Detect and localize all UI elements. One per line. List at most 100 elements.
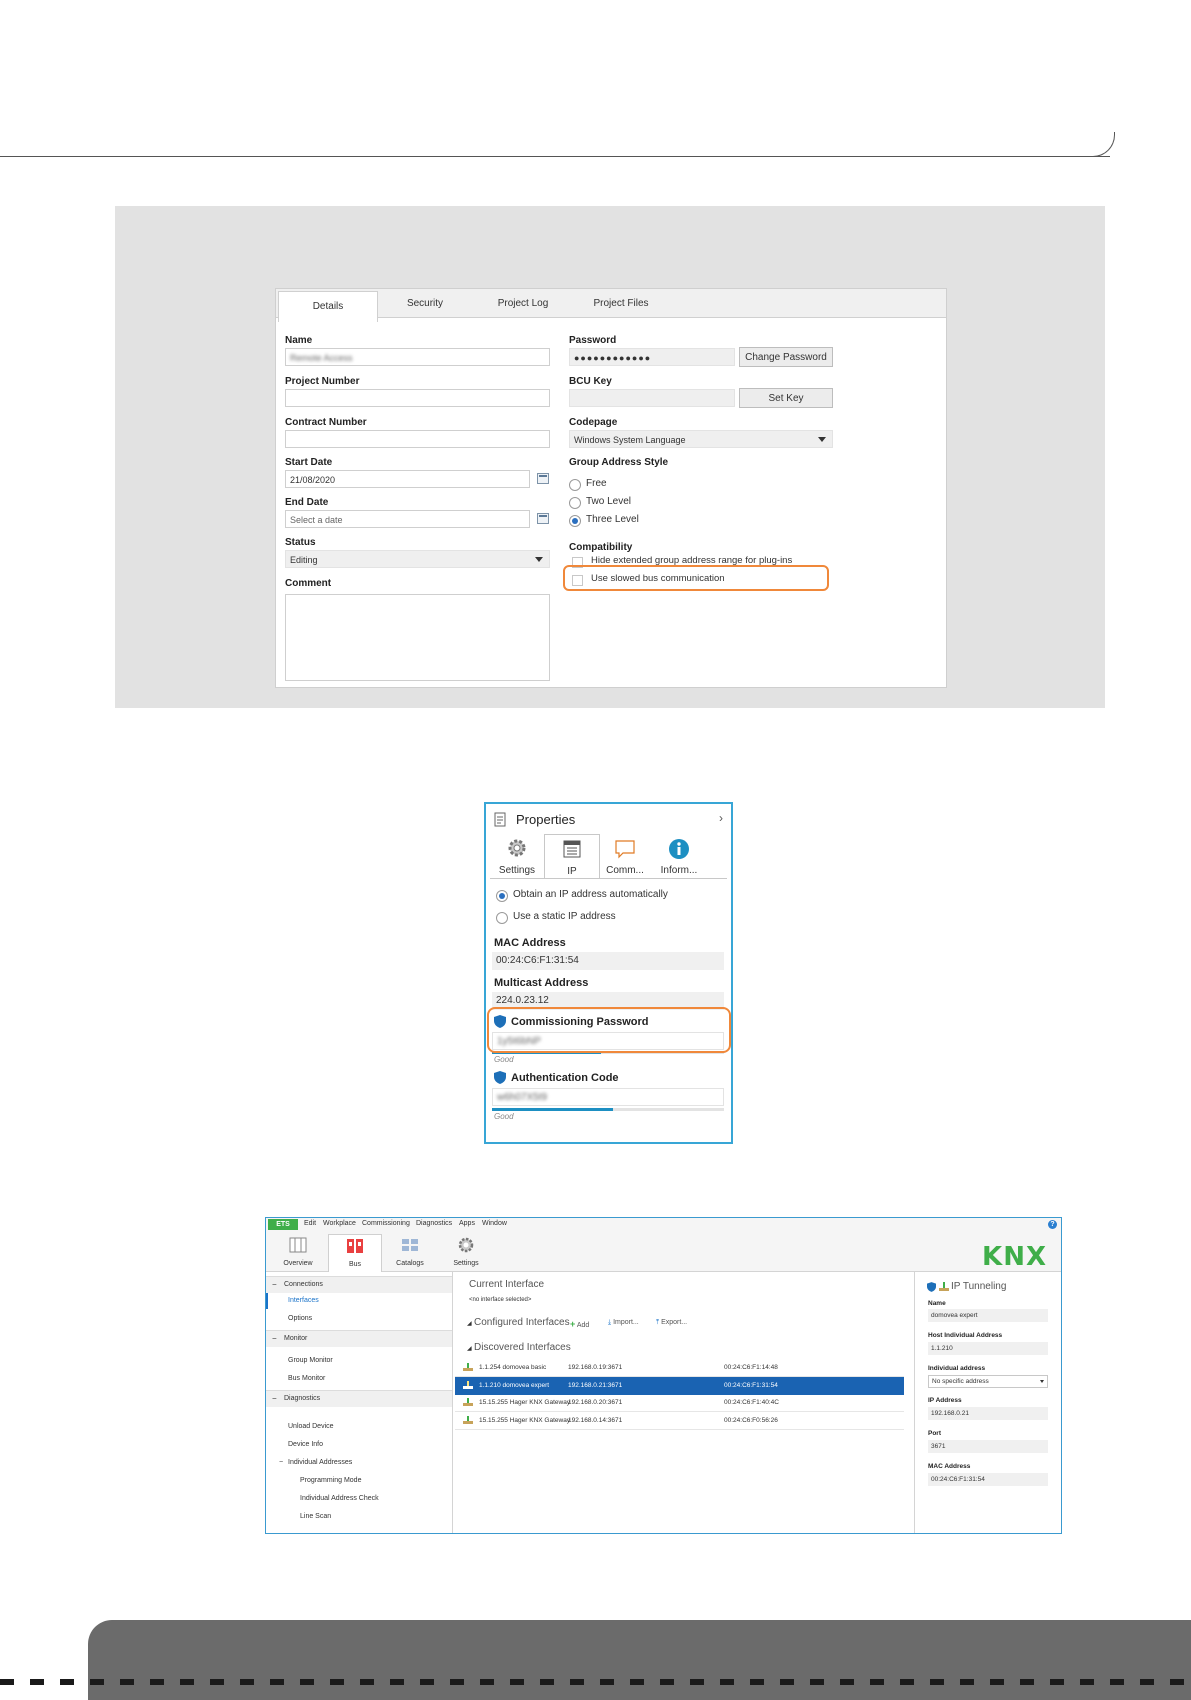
collapse-icon[interactable]: −: [279, 1459, 283, 1466]
name-label: Name: [285, 335, 313, 346]
nav-item-device-info[interactable]: Device Info: [288, 1441, 323, 1448]
collapse-triangle-icon[interactable]: ◢: [467, 1345, 472, 1352]
nav-item-group-monitor[interactable]: Group Monitor: [288, 1357, 333, 1364]
tab-project-log[interactable]: Project Log: [474, 289, 572, 317]
details-host-field[interactable]: 1.1.210: [928, 1342, 1048, 1355]
ribbon-catalogs[interactable]: Catalogs: [384, 1234, 436, 1271]
nav-item-programming-mode[interactable]: Programming Mode: [300, 1477, 361, 1484]
ribbon-bus[interactable]: Bus: [328, 1234, 382, 1272]
help-icon[interactable]: ?: [1048, 1220, 1057, 1229]
radio-ip-static[interactable]: [496, 912, 508, 924]
export-button[interactable]: ⤒ Export...: [656, 1319, 687, 1327]
nav-item-individual-addresses[interactable]: Individual Addresses: [288, 1459, 352, 1466]
details-name-field[interactable]: domovea expert: [928, 1309, 1048, 1322]
nav-item-line-scan[interactable]: Line Scan: [300, 1513, 331, 1520]
codepage-select[interactable]: Windows System Language: [569, 430, 833, 448]
calendar-icon[interactable]: [537, 473, 549, 484]
shield-icon: [927, 1282, 936, 1292]
project-tabs: Details Security Project Log Project Fil…: [276, 289, 946, 322]
menu-workplace[interactable]: Workplace: [323, 1220, 356, 1227]
export-icon: ⤒: [656, 1319, 660, 1326]
end-date-label: End Date: [285, 497, 329, 508]
no-interface-text: <no interface selected>: [469, 1297, 532, 1303]
header-rule-curve: [1092, 132, 1115, 157]
tab-security[interactable]: Security: [376, 289, 474, 317]
ribbon-bus-label: Bus: [348, 1261, 362, 1268]
header-rule: [0, 156, 1110, 157]
details-individual-select[interactable]: No specific address: [928, 1375, 1048, 1388]
mac-address-field[interactable]: 00:24:C6:F1:31:54: [492, 952, 724, 970]
details-port-field[interactable]: 3671: [928, 1440, 1048, 1453]
table-row[interactable]: 15.15.255 Hager KNX Gateway 192.168.0.14:…: [455, 1412, 904, 1430]
nav-monitor-label: Monitor: [284, 1335, 308, 1342]
details-individual-value: No specific address: [932, 1378, 989, 1385]
ribbon-settings[interactable]: Settings: [440, 1234, 492, 1271]
bcu-key-field[interactable]: [569, 389, 735, 407]
details-ip-field[interactable]: 192.168.0.21: [928, 1407, 1048, 1420]
details-name-label: Name: [928, 1300, 946, 1307]
tab-comments[interactable]: Comm...: [598, 834, 652, 878]
table-row[interactable]: 15.15.255 Hager KNX Gateway 192.168.0.20:…: [455, 1394, 904, 1412]
table-row[interactable]: 1.1.254 domovea basic 192.168.0.19:3671 00…: [455, 1359, 904, 1377]
add-button[interactable]: + Add: [570, 1319, 589, 1329]
menu-apps[interactable]: Apps: [459, 1220, 475, 1227]
collapse-icon: −: [272, 1280, 277, 1289]
nav-section-monitor[interactable]: − Monitor: [266, 1330, 452, 1347]
radio-free-label: Free: [586, 478, 607, 489]
menu-diagnostics[interactable]: Diagnostics: [416, 1220, 452, 1227]
start-date-field[interactable]: 21/08/2020: [285, 470, 530, 488]
collapse-triangle-icon[interactable]: ◢: [467, 1320, 472, 1327]
add-label: Add: [576, 1322, 590, 1329]
nav-item-individual-address-check[interactable]: Individual Address Check: [300, 1495, 379, 1502]
start-date-label: Start Date: [285, 457, 333, 468]
properties-panel-screenshot: Properties › Settings IP Comm... Inform.…: [484, 802, 733, 1144]
end-date-field[interactable]: Select a date: [285, 510, 530, 528]
interface-name: 1.1.254 domovea basic: [479, 1364, 547, 1371]
menu-commissioning[interactable]: Commissioning: [362, 1220, 410, 1227]
calendar-icon[interactable]: [537, 513, 549, 524]
nav-interfaces-label: Interfaces: [288, 1297, 319, 1304]
nav-item-interfaces[interactable]: Interfaces: [266, 1293, 452, 1309]
footer-band: [88, 1620, 1191, 1700]
table-row[interactable]: 1.1.210 domovea expert 192.168.0.21:3671 0…: [455, 1376, 904, 1395]
radio-three-level[interactable]: [569, 515, 581, 527]
details-title: IP Tunneling: [951, 1281, 1007, 1292]
tab-details[interactable]: Details: [278, 291, 378, 322]
contract-number-field[interactable]: [285, 430, 550, 448]
tab-ip[interactable]: IP: [544, 834, 600, 879]
nav-item-unload-device[interactable]: Unload Device: [288, 1423, 334, 1430]
import-button[interactable]: ⤓ Import...: [608, 1319, 639, 1327]
status-select[interactable]: Editing: [285, 550, 550, 568]
project-number-field[interactable]: [285, 389, 550, 407]
tab-project-files[interactable]: Project Files: [572, 289, 670, 317]
menu-edit[interactable]: Edit: [304, 1220, 316, 1227]
radio-ip-automatic[interactable]: [496, 890, 508, 902]
radio-three-level-label: Three Level: [586, 514, 639, 525]
chevron-right-icon[interactable]: ›: [719, 811, 723, 825]
details-mac-field[interactable]: 00:24:C6:F1:31:54: [928, 1473, 1048, 1486]
nav-connections-label: Connections: [284, 1281, 323, 1288]
codepage-value: Windows System Language: [574, 435, 686, 445]
change-password-button[interactable]: Change Password: [739, 347, 833, 367]
nav-section-diagnostics[interactable]: − Diagnostics: [266, 1390, 452, 1407]
nav-item-options[interactable]: Options: [288, 1315, 312, 1322]
ets-menu-button[interactable]: ETS: [268, 1219, 298, 1230]
export-label: Export...: [661, 1319, 688, 1326]
tab-settings[interactable]: Settings: [490, 834, 544, 878]
tab-information[interactable]: Inform...: [652, 834, 706, 878]
name-field[interactable]: Remote Access: [285, 348, 550, 366]
details-port-label: Port: [928, 1430, 941, 1437]
ribbon-overview[interactable]: Overview: [272, 1234, 324, 1271]
authentication-code-field[interactable]: w6h07X5t9: [492, 1088, 724, 1106]
set-key-button[interactable]: Set Key: [739, 388, 833, 408]
password-field[interactable]: ●●●●●●●●●●●●: [569, 348, 735, 366]
radio-two-level[interactable]: [569, 497, 581, 509]
comment-textarea[interactable]: [285, 594, 550, 681]
details-individual-label: Individual address: [928, 1365, 986, 1372]
menu-window[interactable]: Window: [482, 1220, 507, 1227]
nav-item-bus-monitor[interactable]: Bus Monitor: [288, 1375, 325, 1382]
radio-free[interactable]: [569, 479, 581, 491]
plus-icon: +: [570, 1319, 576, 1329]
mac-address-label: MAC Address: [494, 937, 566, 949]
nav-section-connections[interactable]: − Connections: [266, 1276, 452, 1293]
